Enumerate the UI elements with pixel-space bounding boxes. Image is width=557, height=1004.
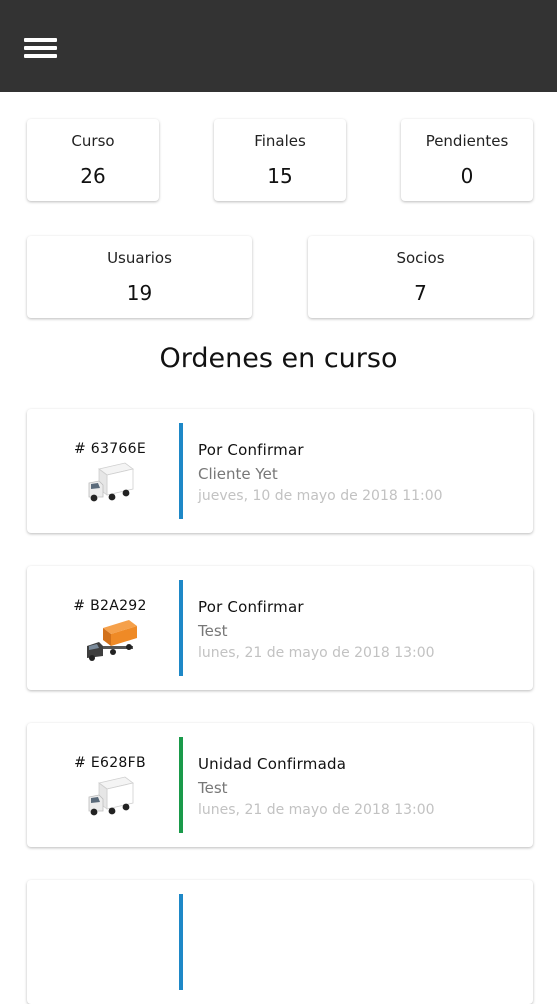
orange-semi-truck-icon [85,618,137,662]
order-date: lunes, 21 de mayo de 2018 13:00 [198,645,435,661]
stat-label: Pendientes [425,132,509,150]
stat-label: Finales [254,132,306,150]
stat-value: 26 [80,164,106,188]
order-status: Por Confirmar [198,441,304,459]
order-card[interactable]: # E628FB Unidad Confirmada Test lunes, 2… [27,723,533,847]
order-client: Test [198,779,228,797]
order-client: Cliente Yet [198,465,278,483]
order-client: Test [198,622,228,640]
stat-card-pendientes[interactable]: Pendientes 0 [401,119,533,201]
order-id: # B2A292 [73,598,147,614]
app-bar [0,0,557,92]
stat-label: Usuarios [107,249,172,267]
white-box-truck-icon [85,461,137,505]
status-accent-bar [179,580,183,676]
status-accent-bar [179,894,183,990]
white-box-truck-icon [85,775,137,819]
status-accent-bar [179,737,183,833]
order-status: Por Confirmar [198,598,304,616]
stat-value: 7 [414,281,427,305]
stat-label: Curso [71,132,115,150]
stat-card-finales[interactable]: Finales 15 [214,119,346,201]
order-card[interactable]: # 63766E Por Confirmar Cliente Yet jueve… [27,409,533,533]
stat-card-curso[interactable]: Curso 26 [27,119,159,201]
stat-label: Socios [396,249,445,267]
stat-value: 0 [460,164,474,188]
stat-card-usuarios[interactable]: Usuarios 19 [27,236,252,318]
stat-card-socios[interactable]: Socios 7 [308,236,533,318]
order-card[interactable] [27,880,533,1004]
order-date: jueves, 10 de mayo de 2018 11:00 [198,488,443,504]
stat-value: 19 [126,281,153,305]
order-date: lunes, 21 de mayo de 2018 13:00 [198,802,435,818]
section-title: Ordenes en curso [159,343,398,374]
status-accent-bar [179,423,183,519]
hamburger-menu-icon[interactable] [24,36,58,60]
stat-value: 15 [267,164,293,188]
order-id: # 63766E [74,441,146,457]
order-card[interactable]: # B2A292 Por Confirmar Test lunes, 21 de… [27,566,533,690]
order-status: Unidad Confirmada [198,755,347,773]
order-id: # E628FB [74,755,146,771]
